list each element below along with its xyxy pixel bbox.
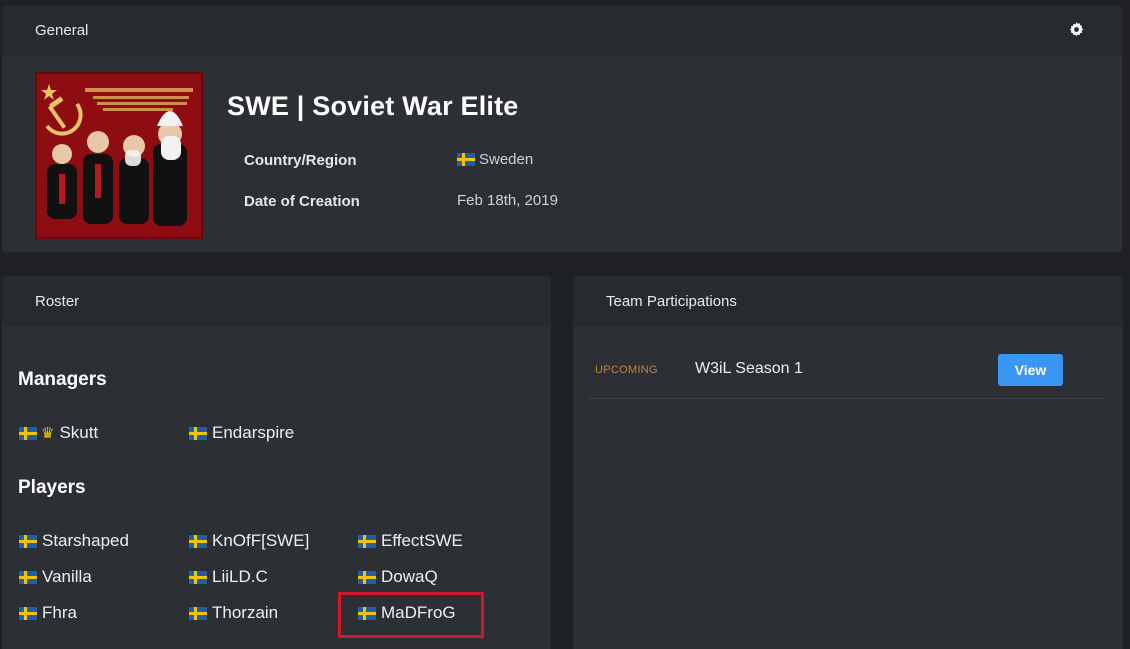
team-logo: [35, 72, 203, 239]
player-item[interactable]: Fhra: [19, 603, 77, 623]
member-name: KnOfF[SWE]: [212, 531, 310, 550]
roster-card: Roster Managers ♛ Skutt Endarspire Playe…: [2, 276, 551, 649]
gear-icon[interactable]: [1069, 22, 1084, 37]
manager-item[interactable]: Endarspire: [189, 423, 294, 443]
member-name: MaDFroG: [381, 603, 456, 622]
member-name: Thorzain: [212, 603, 279, 622]
participations-card: Team Participations UPCOMING W3iL Season…: [573, 276, 1123, 649]
member-name: Vanilla: [42, 567, 92, 586]
player-item[interactable]: Starshaped: [19, 531, 129, 551]
player-item-highlighted[interactable]: MaDFroG: [358, 603, 456, 623]
sweden-flag-icon: [19, 606, 37, 620]
general-header: General: [2, 5, 1122, 55]
sweden-flag-icon: [189, 570, 207, 584]
sweden-flag-icon: [19, 426, 37, 440]
player-item[interactable]: Vanilla: [19, 567, 92, 587]
view-button[interactable]: View: [998, 354, 1063, 386]
managers-title: Managers: [18, 369, 107, 390]
sweden-flag-icon: [189, 426, 207, 440]
member-name: Skutt: [59, 423, 99, 442]
player-item[interactable]: DowaQ: [358, 567, 438, 587]
crown-icon: ♛: [41, 425, 55, 442]
event-name[interactable]: W3iL Season 1: [695, 360, 803, 378]
players-title: Players: [18, 477, 86, 498]
member-name: Fhra: [42, 603, 77, 622]
participations-header: Team Participations: [573, 276, 1123, 326]
general-card: General SWE | Soviet War Elite Country/R…: [2, 5, 1122, 252]
row-divider: [589, 398, 1105, 399]
member-name: EffectSWE: [381, 531, 463, 550]
roster-header-title: Roster: [35, 292, 80, 310]
participations-header-title: Team Participations: [606, 292, 737, 310]
member-name: DowaQ: [381, 567, 438, 586]
member-name: LiiLD.C: [212, 567, 268, 586]
member-name: Starshaped: [42, 531, 129, 550]
player-item[interactable]: KnOfF[SWE]: [189, 531, 309, 551]
sweden-flag-icon: [189, 606, 207, 620]
status-badge: UPCOMING: [595, 364, 658, 376]
sweden-flag-icon: [358, 570, 376, 584]
team-name: SWE | Soviet War Elite: [227, 91, 519, 121]
general-header-title: General: [35, 21, 89, 39]
sweden-flag-icon: [189, 534, 207, 548]
player-item[interactable]: EffectSWE: [358, 531, 463, 551]
sweden-flag-icon: [358, 534, 376, 548]
sweden-flag-icon: [457, 153, 475, 166]
sweden-flag-icon: [19, 534, 37, 548]
player-item[interactable]: Thorzain: [189, 603, 278, 623]
member-name: Endarspire: [212, 423, 295, 442]
sweden-flag-icon: [19, 570, 37, 584]
country-value: Sweden: [457, 151, 533, 168]
country-name: Sweden: [479, 151, 534, 168]
country-label: Country/Region: [244, 152, 357, 169]
manager-item[interactable]: ♛ Skutt: [19, 423, 98, 443]
date-value: Feb 18th, 2019: [457, 192, 558, 209]
player-item[interactable]: LiiLD.C: [189, 567, 268, 587]
date-label: Date of Creation: [244, 193, 360, 210]
roster-header: Roster: [2, 276, 551, 326]
sweden-flag-icon: [358, 606, 376, 620]
